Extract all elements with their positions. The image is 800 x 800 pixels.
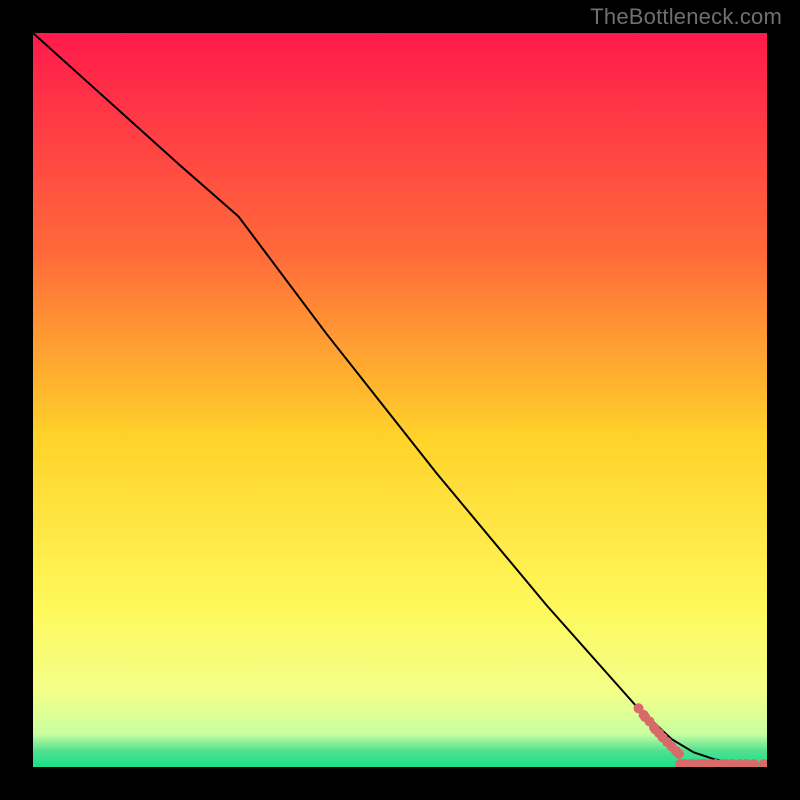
attribution-text: TheBottleneck.com (590, 4, 782, 30)
chart-frame: TheBottleneck.com (0, 0, 800, 800)
scatter-point (674, 749, 684, 759)
plot-area (33, 33, 767, 767)
chart-svg (33, 33, 767, 767)
gradient-background (33, 33, 767, 767)
